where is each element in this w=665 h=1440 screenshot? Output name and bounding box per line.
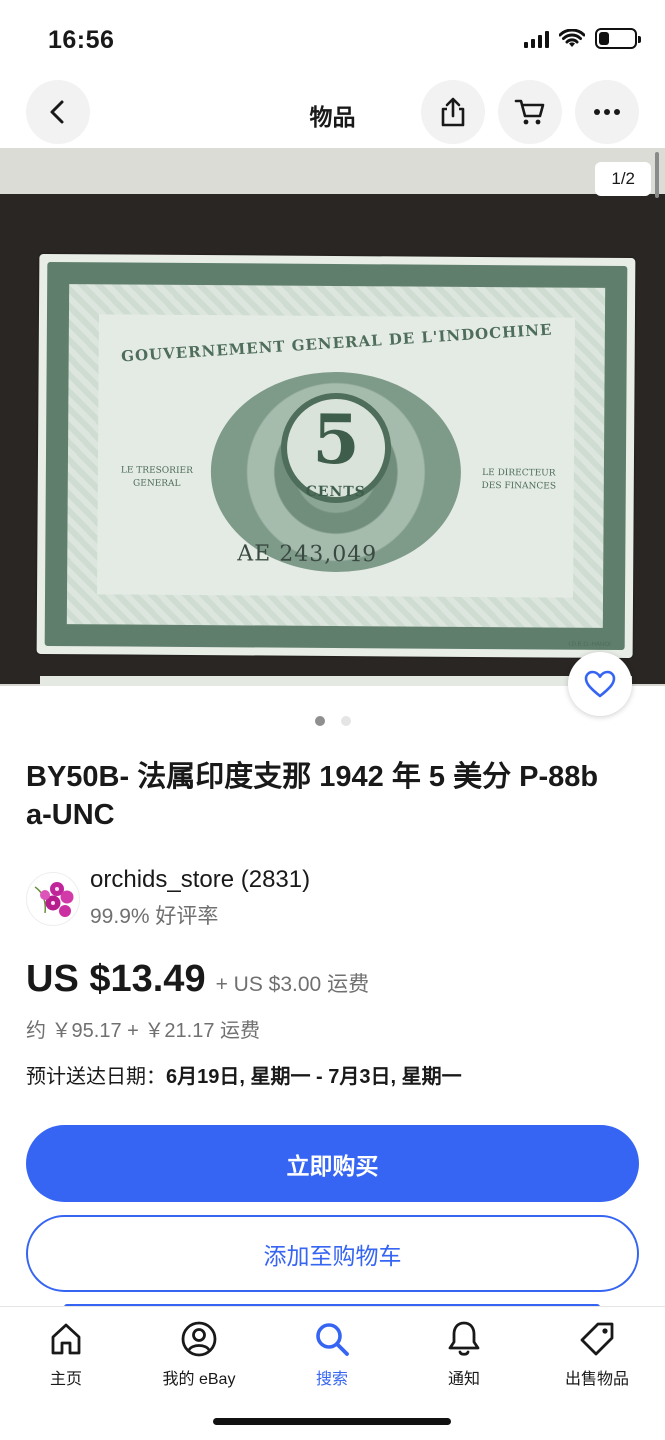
more-button[interactable]	[575, 80, 639, 144]
battery-icon	[595, 28, 641, 49]
delivery-estimate: 预计送达日期：6月19日, 星期一 - 7月3日, 星期一	[26, 1060, 462, 1089]
banknote-right-label: LE DIRECTEUR DES FINANCES	[481, 468, 557, 492]
photo-background	[0, 148, 665, 194]
nav-selling-label: 出售物品	[564, 1371, 629, 1388]
photo-backdrop: GOUVERNEMENT GENERAL DE L'INDOCHINE 5 CE…	[0, 194, 665, 686]
tag-icon	[580, 1322, 614, 1356]
add-to-cart-button[interactable]: 添加至购物车	[26, 1215, 639, 1292]
pagination-dot-2[interactable]	[340, 716, 351, 726]
seller-rating: 99.9% 好评率	[90, 905, 219, 928]
more-icon	[594, 109, 620, 115]
seller-name[interactable]: orchids_store (2831)	[90, 866, 310, 894]
home-indicator[interactable]	[213, 1418, 451, 1425]
banknote-serial: AE 243,049	[237, 541, 378, 568]
orchid-avatar-icon	[34, 882, 74, 917]
photo-counter: 1/2	[595, 162, 651, 196]
shipping-cost: + US $3.00 运费	[215, 973, 370, 996]
banknote-unit: CENTS	[305, 483, 366, 501]
nav-home[interactable]: 主页	[11, 1319, 121, 1389]
banknote-printer: I.D.E.O.-HANOI	[568, 641, 611, 648]
page-title: 物品	[309, 104, 356, 130]
top-bar: 物品	[0, 80, 665, 146]
nav-selling[interactable]: 出售物品	[542, 1319, 652, 1389]
nav-my-ebay-label: 我的 eBay	[162, 1371, 236, 1388]
item-photo[interactable]: GOUVERNEMENT GENERAL DE L'INDOCHINE 5 CE…	[0, 148, 665, 686]
signal-icon	[524, 30, 549, 48]
photo-pagination	[0, 716, 665, 726]
bell-icon	[448, 1321, 480, 1356]
pagination-dot-1[interactable]	[314, 716, 325, 726]
buy-now-button[interactable]: 立即购买	[26, 1125, 639, 1202]
status-icons	[524, 28, 641, 49]
heart-icon	[584, 670, 616, 698]
delivery-dates: 6月19日, 星期一 - 7月3日, 星期一	[166, 1066, 462, 1088]
delivery-label: 预计送达日期：	[26, 1066, 166, 1088]
nav-search[interactable]: 搜索	[277, 1319, 387, 1389]
nav-home-label: 主页	[49, 1371, 82, 1388]
user-icon	[181, 1321, 217, 1357]
share-icon	[441, 97, 465, 127]
watch-button[interactable]	[568, 652, 632, 716]
seller-avatar[interactable]	[26, 872, 80, 926]
nav-notifications-label: 通知	[447, 1371, 480, 1388]
cart-icon	[514, 99, 545, 125]
converted-price: 约 ￥95.17 + ￥21.17 运费	[26, 1020, 261, 1042]
price-row: US $13.49 + US $3.00 运费	[26, 958, 369, 1001]
seller-info[interactable]: orchids_store (2831) 99.9% 好评率	[26, 866, 626, 928]
search-icon	[316, 1323, 349, 1356]
status-time: 16:56	[48, 26, 115, 54]
cart-button[interactable]	[498, 80, 562, 144]
share-button[interactable]	[421, 80, 485, 144]
wifi-icon	[559, 28, 585, 47]
home-icon	[51, 1323, 81, 1355]
banknote-denomination: 5	[312, 399, 361, 481]
banknote-left-label: LE TRESORIER GENERAL	[120, 465, 193, 489]
scrollbar[interactable]	[655, 152, 659, 198]
second-banknote-edge	[40, 676, 632, 686]
item-price: US $13.49	[26, 958, 206, 1000]
status-bar: 16:56	[0, 0, 665, 80]
item-title: BY50B- 法属印度支那 1942 年 5 美分 P-88b a-UNC	[26, 761, 599, 831]
nav-search-label: 搜索	[315, 1371, 348, 1388]
nav-my-ebay[interactable]: 我的 eBay	[144, 1319, 254, 1389]
banknote-image: GOUVERNEMENT GENERAL DE L'INDOCHINE 5 CE…	[36, 253, 636, 659]
battery-level	[599, 32, 610, 45]
nav-notifications[interactable]: 通知	[409, 1319, 519, 1389]
